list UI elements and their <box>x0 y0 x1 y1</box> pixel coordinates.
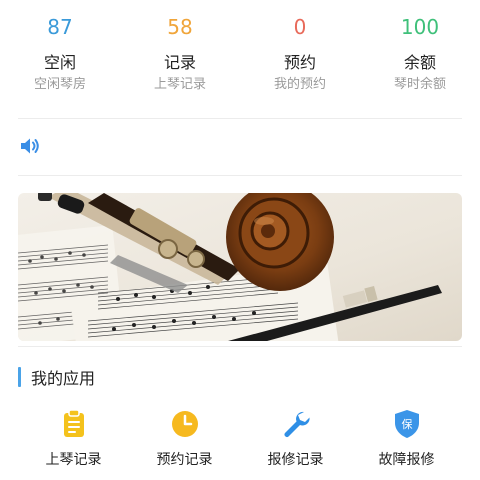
shield-badge-text: 保 <box>401 417 412 431</box>
stat-reservations[interactable]: 0 预约 我的预约 <box>240 12 360 104</box>
app-label: 上琴记录 <box>45 452 102 468</box>
stat-title: 记录 <box>163 53 196 72</box>
app-label: 故障报修 <box>378 452 435 468</box>
stat-subtitle: 琴时余额 <box>393 77 446 92</box>
stat-balance[interactable]: 100 余额 琴时余额 <box>360 12 480 104</box>
stat-subtitle: 空闲琴房 <box>33 77 86 92</box>
speaker-icon[interactable] <box>18 134 42 158</box>
shield-icon: 保 <box>394 410 419 438</box>
divider <box>18 118 462 119</box>
section-accent-bar <box>18 367 21 387</box>
stat-records[interactable]: 58 记录 上琴记录 <box>120 12 240 104</box>
clipboard-icon <box>63 409 84 437</box>
stat-title: 余额 <box>403 53 436 72</box>
app-repair-records[interactable]: 报修记录 <box>240 408 351 480</box>
stat-value: 100 <box>400 15 440 39</box>
section-header: 我的应用 <box>18 366 95 388</box>
app-label: 报修记录 <box>267 452 324 468</box>
app-grid: 上琴记录 预约记录 报修记录 保 故障报修 <box>18 408 462 480</box>
stat-value: 87 <box>47 15 73 39</box>
divider <box>18 346 462 347</box>
stat-value: 0 <box>293 15 307 39</box>
stat-subtitle: 上琴记录 <box>153 77 206 92</box>
wrench-icon <box>284 411 310 437</box>
app-booking-records[interactable]: 预约记录 <box>129 408 240 480</box>
stat-subtitle: 我的预约 <box>273 77 326 92</box>
stats-row: 87 空闲 空闲琴房 58 记录 上琴记录 0 预约 我的预约 100 余额 琴… <box>0 12 480 104</box>
stat-value: 58 <box>167 15 193 39</box>
stat-title: 空闲 <box>43 53 76 72</box>
clock-icon <box>171 411 198 437</box>
stat-title: 预约 <box>283 53 316 72</box>
stat-free-rooms[interactable]: 87 空闲 空闲琴房 <box>0 12 120 104</box>
section-title: 我的应用 <box>31 369 96 388</box>
app-practice-records[interactable]: 上琴记录 <box>18 408 129 480</box>
banner-image[interactable] <box>18 193 462 341</box>
app-fault-report[interactable]: 保 故障报修 <box>351 408 462 480</box>
app-label: 预约记录 <box>156 452 213 468</box>
divider <box>18 175 462 176</box>
